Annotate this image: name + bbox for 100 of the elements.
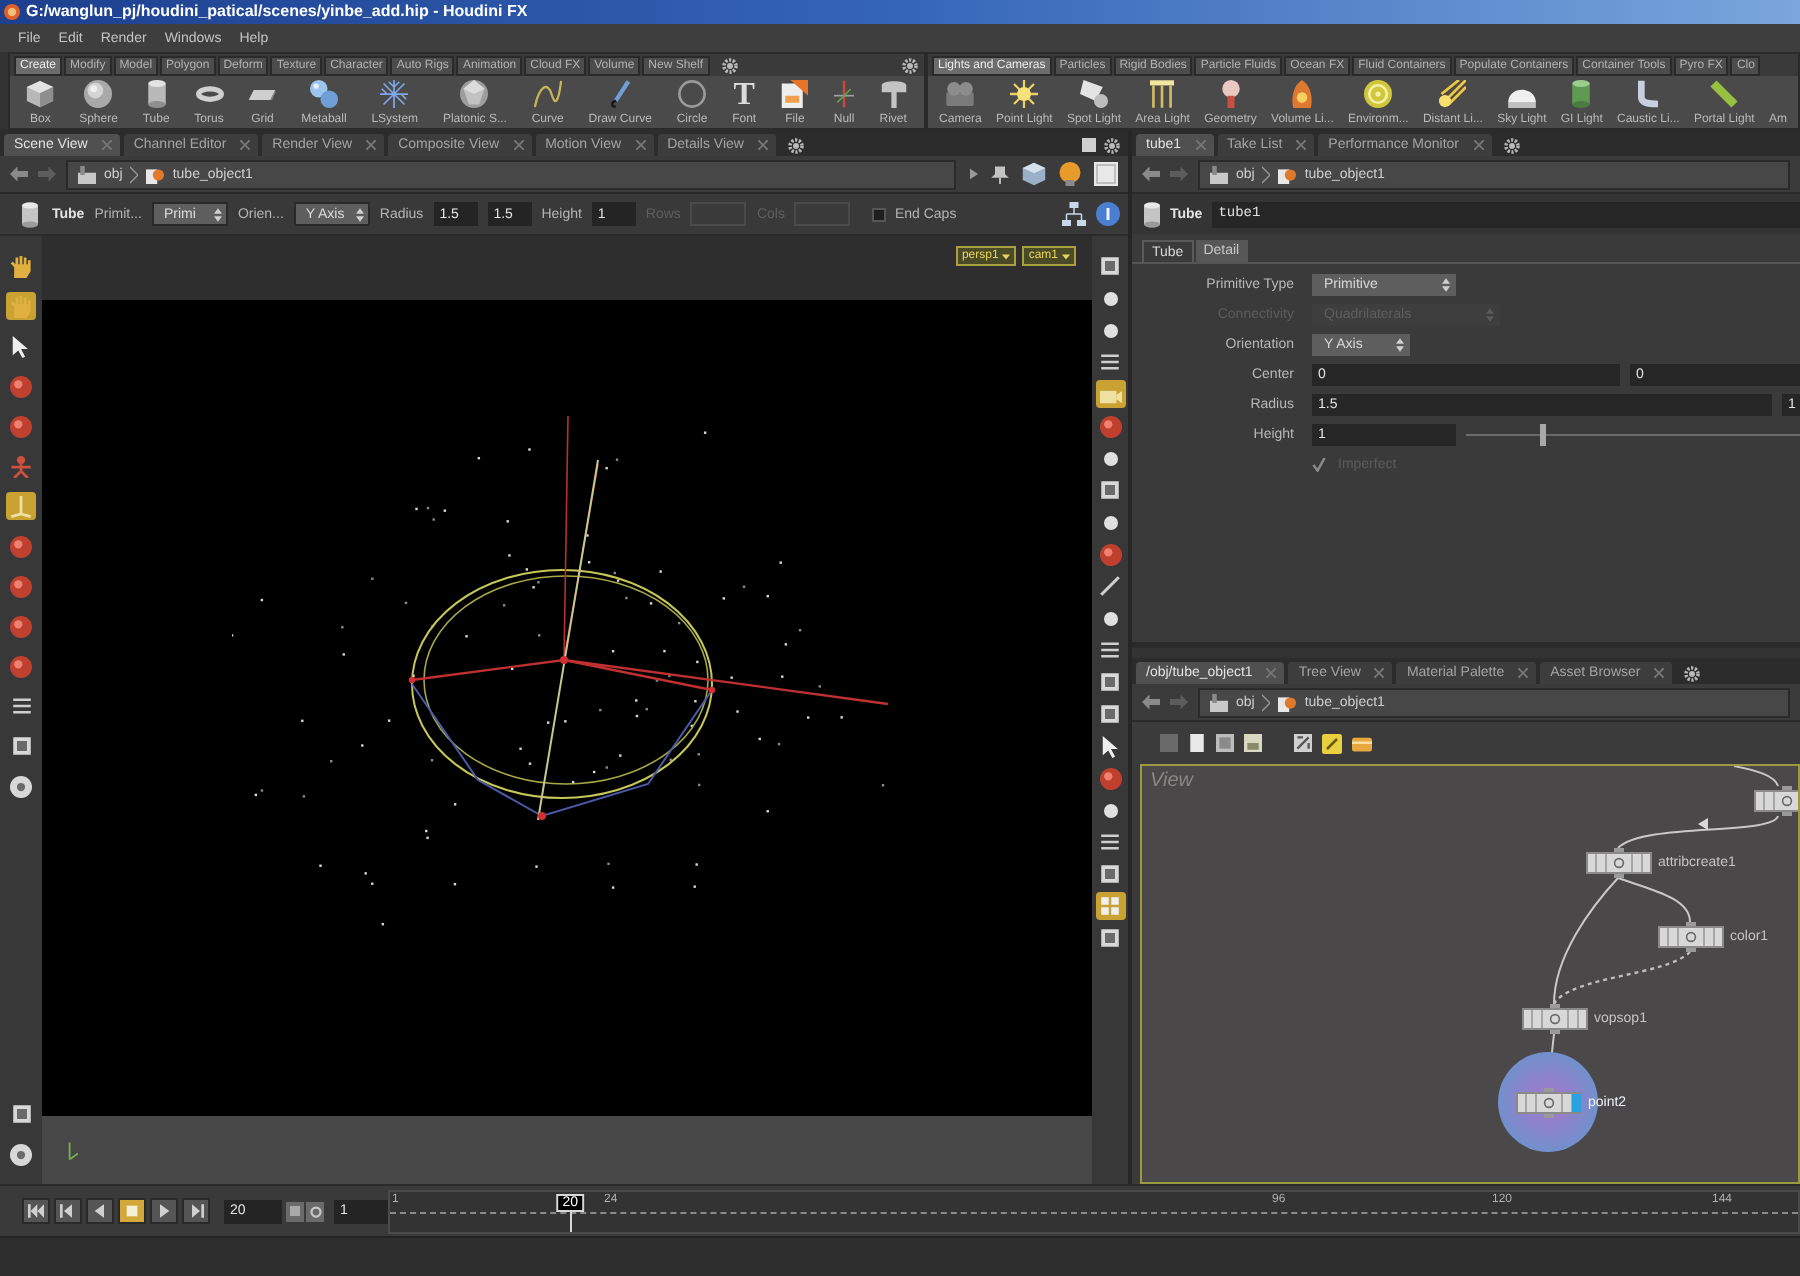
square-icon <box>1100 704 1120 724</box>
back-arrow-icon[interactable] <box>1142 694 1160 710</box>
font-icon: T <box>733 79 755 109</box>
viewport-tool-button[interactable] <box>6 372 36 400</box>
lines-icon <box>1100 352 1120 372</box>
bulb-icon[interactable] <box>1058 162 1082 186</box>
axes-icon <box>834 80 855 108</box>
viewport-tool-button[interactable] <box>6 412 36 440</box>
playback-button[interactable] <box>22 1198 50 1224</box>
hand-icon <box>10 255 32 277</box>
slider-track[interactable] <box>1466 424 1800 446</box>
sphere-icon <box>1099 543 1121 565</box>
snowflake-icon <box>380 80 409 108</box>
close-icon[interactable] <box>1654 668 1665 678</box>
up-down-arrows-icon <box>1396 338 1404 352</box>
pin-icon <box>879 80 908 108</box>
settings-icon[interactable] <box>902 57 918 73</box>
pen-icon <box>1100 576 1120 596</box>
close-icon[interactable] <box>1473 140 1484 150</box>
close-icon[interactable] <box>1296 140 1307 150</box>
sticky-note-icon[interactable] <box>1322 733 1342 753</box>
chevron-icon <box>1262 693 1271 711</box>
disc-icon <box>10 775 32 797</box>
viewport-tool-button[interactable] <box>6 252 36 280</box>
viewport-tool-button[interactable] <box>1095 764 1125 792</box>
network-node[interactable] <box>1586 848 1652 878</box>
playback-button[interactable] <box>182 1198 210 1224</box>
viewport-tool-button[interactable] <box>1095 924 1125 952</box>
close-icon[interactable] <box>1374 668 1385 678</box>
viewport-tool-button[interactable] <box>1095 860 1125 888</box>
close-icon[interactable] <box>513 140 524 150</box>
help-icon[interactable] <box>1096 202 1120 226</box>
viewport-tool-button[interactable] <box>1095 380 1125 408</box>
network-node[interactable] <box>1522 1004 1588 1034</box>
viewport-tool-button[interactable] <box>1095 540 1125 568</box>
settings-icon[interactable] <box>1104 137 1120 153</box>
network-node[interactable] <box>1516 1088 1582 1118</box>
close-icon[interactable] <box>1518 668 1529 678</box>
pipe-icon <box>1638 80 1659 108</box>
viewport-tool-button[interactable] <box>6 772 36 800</box>
playback-button[interactable] <box>118 1198 146 1224</box>
small-button[interactable] <box>306 1201 324 1221</box>
viewport-tool-button[interactable] <box>1095 412 1125 440</box>
object-icon <box>1278 693 1297 711</box>
network-node[interactable] <box>1658 922 1724 952</box>
viewport-tool-button[interactable] <box>1095 476 1125 504</box>
sphere-icon <box>10 655 32 677</box>
viewport-tool-button[interactable] <box>1095 700 1125 728</box>
box-icon[interactable] <box>1352 733 1372 753</box>
cube-icon[interactable] <box>1022 162 1046 186</box>
viewport-tool-button[interactable] <box>1095 892 1125 920</box>
viewport-tool-button[interactable] <box>1095 252 1125 280</box>
viewport-tool-button[interactable] <box>6 1140 36 1168</box>
viewport-tool-button[interactable] <box>6 612 36 640</box>
playback-button[interactable] <box>86 1198 114 1224</box>
folder-icon <box>78 165 96 183</box>
small-button[interactable] <box>286 1201 304 1221</box>
close-icon[interactable] <box>635 140 646 150</box>
object-icon <box>1278 165 1297 183</box>
square-icon <box>1100 256 1120 276</box>
slider-thumb[interactable] <box>1540 424 1547 446</box>
viewport-tool-button[interactable] <box>6 572 36 600</box>
viewport-tool-button[interactable] <box>6 652 36 680</box>
up-down-arrows-icon <box>1442 278 1450 292</box>
settings-icon[interactable] <box>1503 137 1520 153</box>
viewport-tool-button[interactable] <box>1095 572 1125 600</box>
network-icon[interactable] <box>1062 202 1086 226</box>
settings-icon[interactable] <box>787 137 804 153</box>
sphere-icon <box>10 375 32 397</box>
sphere-icon <box>10 575 32 597</box>
cylinder-icon <box>147 80 166 108</box>
lines-icon <box>1100 640 1120 660</box>
pin-icon[interactable] <box>990 164 1010 184</box>
network-node[interactable] <box>1754 786 1798 816</box>
viewport-tool-button[interactable] <box>6 532 36 560</box>
square-icon <box>1100 928 1120 948</box>
arrows-icon[interactable] <box>1294 734 1312 752</box>
square-icon <box>1100 672 1120 692</box>
close-icon[interactable] <box>240 140 251 150</box>
back-arrow-icon[interactable] <box>10 166 28 182</box>
close-icon[interactable] <box>757 140 768 150</box>
caret-icon[interactable] <box>970 168 978 180</box>
play-reverse-icon <box>92 1204 108 1218</box>
viewport-tool-button[interactable] <box>1095 668 1125 696</box>
checkbox[interactable] <box>872 207 887 221</box>
playback-button[interactable] <box>54 1198 82 1224</box>
connection-wire <box>1733 766 1779 787</box>
circle-icon <box>678 80 706 108</box>
close-icon[interactable] <box>366 140 377 150</box>
back-arrow-icon[interactable] <box>1142 166 1160 182</box>
playback-button[interactable] <box>150 1198 178 1224</box>
object-icon <box>146 165 165 183</box>
disc-icon <box>1364 80 1393 108</box>
settings-icon[interactable] <box>721 57 738 73</box>
folder-icon <box>1210 693 1228 711</box>
bar-icon <box>1710 80 1739 108</box>
settings-icon[interactable] <box>1684 665 1701 681</box>
app-icon <box>4 4 20 20</box>
view-label: View <box>1150 772 1193 792</box>
play-icon <box>156 1204 172 1218</box>
